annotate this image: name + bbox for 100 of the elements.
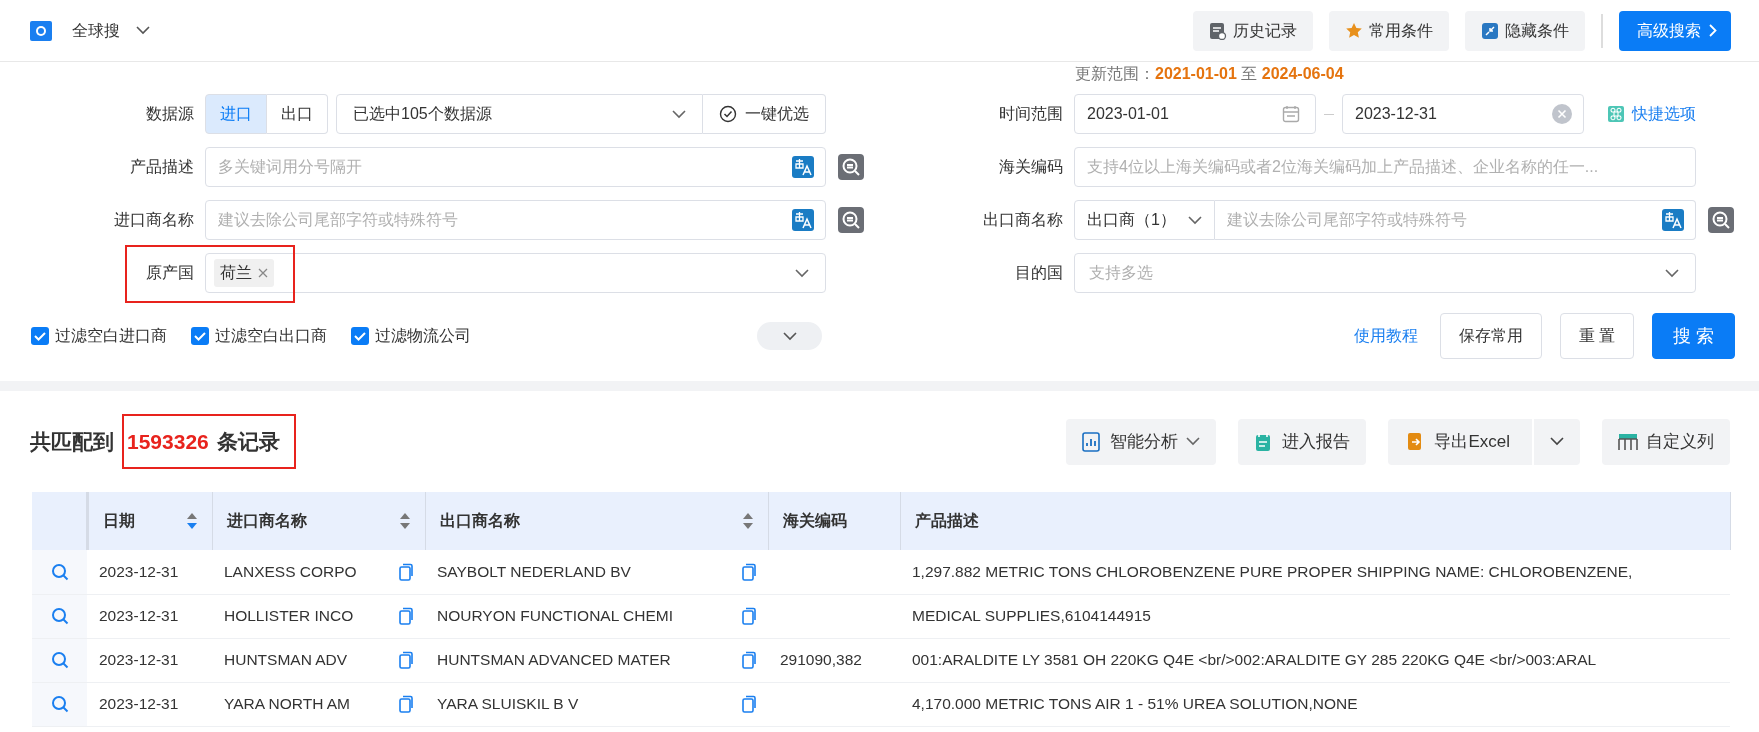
analysis-icon	[1082, 431, 1103, 452]
result-count: 1593326	[127, 428, 209, 455]
column-title: 日期	[102, 511, 135, 531]
date-input[interactable]: 2023-01-01	[1074, 94, 1316, 134]
copy-icon[interactable]	[399, 562, 413, 581]
filter-checkbox[interactable]: 过滤物流公司	[351, 324, 471, 348]
filter-checkbox[interactable]: 过滤空白出口商	[191, 324, 327, 348]
advanced-search-icon[interactable]	[1708, 207, 1734, 233]
checkbox-icon[interactable]	[351, 327, 369, 345]
chevron-down-icon	[795, 268, 809, 278]
table-cell-text: HOLLISTER INCO	[224, 606, 354, 627]
table-cell-text: HUNTSMAN ADV	[224, 650, 348, 671]
tag: 荷兰	[214, 259, 274, 287]
copy-icon[interactable]	[399, 607, 413, 625]
table-cell: 2023-12-31	[87, 550, 212, 594]
update-range-text: 更新范围：2021-01-01 至 2024-06-04	[1075, 63, 1344, 84]
text-input[interactable]: 建议去除公司尾部字符或特殊符号	[205, 200, 826, 240]
star-icon	[1345, 21, 1363, 40]
copy-icon[interactable]	[399, 651, 413, 669]
multi-select[interactable]: 荷兰	[205, 253, 826, 293]
field-label: 进口商名称	[113, 210, 195, 230]
save-button[interactable]: 保存常用	[1439, 313, 1542, 359]
optimize-button[interactable]: 一键优选	[703, 94, 826, 134]
text-input[interactable]: 建议去除公司尾部字符或特殊符号	[1215, 200, 1696, 240]
toolbar-button[interactable]: 隐藏条件	[1465, 10, 1585, 51]
translate-icon[interactable]	[1662, 209, 1684, 231]
chevron-down-icon	[1550, 437, 1564, 446]
copy-icon[interactable]	[742, 562, 756, 581]
chevron-down-icon	[782, 331, 797, 341]
field-label: 原产国	[145, 263, 195, 283]
data-source-dropdown[interactable]: 已选中105个数据源	[336, 94, 703, 134]
toolbar-button[interactable]: 进入报告	[1238, 418, 1367, 465]
quick-options-link[interactable]: 快捷选项	[1608, 102, 1696, 126]
table-cell: MEDICAL SUPPLIES,6104144915	[900, 594, 1730, 638]
column-title: 进口商名称	[226, 511, 307, 531]
scope-dropdown[interactable]: 全球搜	[30, 18, 150, 43]
table-cell: 291090,382	[780, 651, 862, 669]
check-circle-icon	[719, 105, 737, 123]
table-cell-text: NOURYON FUNCTIONAL CHEMI	[437, 606, 673, 627]
chevron-down-icon	[1665, 268, 1679, 278]
table-cell: 001:ARALDITE LY 3581 OH 220KG Q4E <br/>002:ARALDITE GY 285 220KG Q4E <br/>003:ARAL	[900, 638, 1730, 682]
toolbar-button[interactable]: 常用条件	[1329, 10, 1449, 51]
field-label: 出口商名称	[982, 210, 1064, 230]
field-label: 时间范围	[998, 104, 1064, 124]
toolbar-button[interactable]: 导出Excel	[1388, 418, 1532, 465]
globe-icon	[30, 20, 52, 41]
history-icon	[1209, 21, 1227, 40]
copy-icon[interactable]	[742, 695, 756, 713]
filter-checkbox[interactable]: 过滤空白进口商	[31, 324, 167, 348]
text-input[interactable]: 多关键词用分号隔开	[205, 147, 826, 187]
toolbar-button[interactable]: 自定义列	[1602, 418, 1730, 465]
sort-icon[interactable]	[398, 512, 411, 530]
company-type-dropdown[interactable]: 出口商（1）	[1074, 200, 1215, 240]
tutorial-link[interactable]: 使用教程	[1353, 324, 1418, 348]
date-input[interactable]: 2023-12-31	[1342, 94, 1584, 134]
results-label: 共匹配到	[30, 428, 114, 455]
chevron-down-icon	[1186, 437, 1201, 446]
scope-label: 全球搜	[72, 20, 120, 41]
results-suffix: 条记录	[216, 428, 280, 455]
chevron-down-icon	[136, 26, 150, 35]
field-label: 数据源	[145, 104, 195, 124]
table-cell-text: SAYBOLT NEDERLAND BV	[437, 562, 631, 583]
table-cell: 2023-12-31	[87, 594, 212, 638]
search-icon[interactable]	[50, 651, 69, 669]
search-icon[interactable]	[50, 562, 69, 581]
advanced-search-icon[interactable]	[838, 154, 864, 180]
search-button[interactable]: 搜 索	[1652, 313, 1735, 359]
chevron-down-icon	[672, 109, 686, 119]
close-icon[interactable]	[258, 268, 268, 278]
column-header[interactable]: 海关编码	[768, 492, 900, 550]
translate-icon[interactable]	[792, 209, 814, 231]
copy-icon[interactable]	[399, 695, 413, 713]
table-cell-text: YARA NORTH AM	[224, 694, 351, 715]
column-title: 出口商名称	[439, 511, 520, 531]
search-icon[interactable]	[50, 695, 69, 713]
advanced-search-icon[interactable]	[838, 207, 864, 233]
table-cell-text: HUNTSMAN ADVANCED MATER	[437, 650, 671, 671]
calendar-icon[interactable]	[1282, 105, 1300, 123]
toolbar-button[interactable]: 历史记录	[1193, 10, 1313, 51]
hs-code-input[interactable]: 支持4位以上海关编码或者2位海关编码加上产品描述、企业名称的任一...	[1074, 147, 1696, 187]
direction-tab[interactable]: 出口	[267, 94, 328, 134]
select-placeholder: 支持多选	[1089, 263, 1153, 283]
checkbox-icon[interactable]	[191, 327, 209, 345]
toolbar-button[interactable]: 智能分析	[1066, 418, 1217, 465]
copy-icon[interactable]	[742, 607, 756, 625]
reset-button[interactable]: 重 置	[1559, 313, 1634, 359]
copy-icon[interactable]	[742, 651, 756, 669]
chevron-right-icon	[1709, 24, 1717, 37]
sort-icon[interactable]	[741, 512, 754, 530]
search-icon[interactable]	[50, 607, 69, 625]
translate-icon[interactable]	[792, 156, 814, 178]
checkbox-icon[interactable]	[31, 327, 49, 345]
table-cell-text: LANXESS CORPO	[224, 562, 357, 583]
table-cell: 1,297.882 METRIC TONS CHLOROBENZENE PURE PROPER SHIPPING NAME: CHLOROBENZENE,	[900, 550, 1730, 594]
advanced-search-button[interactable]: 高级搜索	[1619, 10, 1731, 51]
sort-icon[interactable]	[185, 512, 198, 530]
column-header[interactable]: 产品描述	[900, 492, 1730, 550]
chevron-down-icon	[1188, 215, 1202, 225]
table-cell: 4,170.000 METRIC TONS AIR 1 - 51% UREA SOLUTION,NONE	[900, 682, 1730, 726]
field-label: 海关编码	[998, 157, 1064, 177]
